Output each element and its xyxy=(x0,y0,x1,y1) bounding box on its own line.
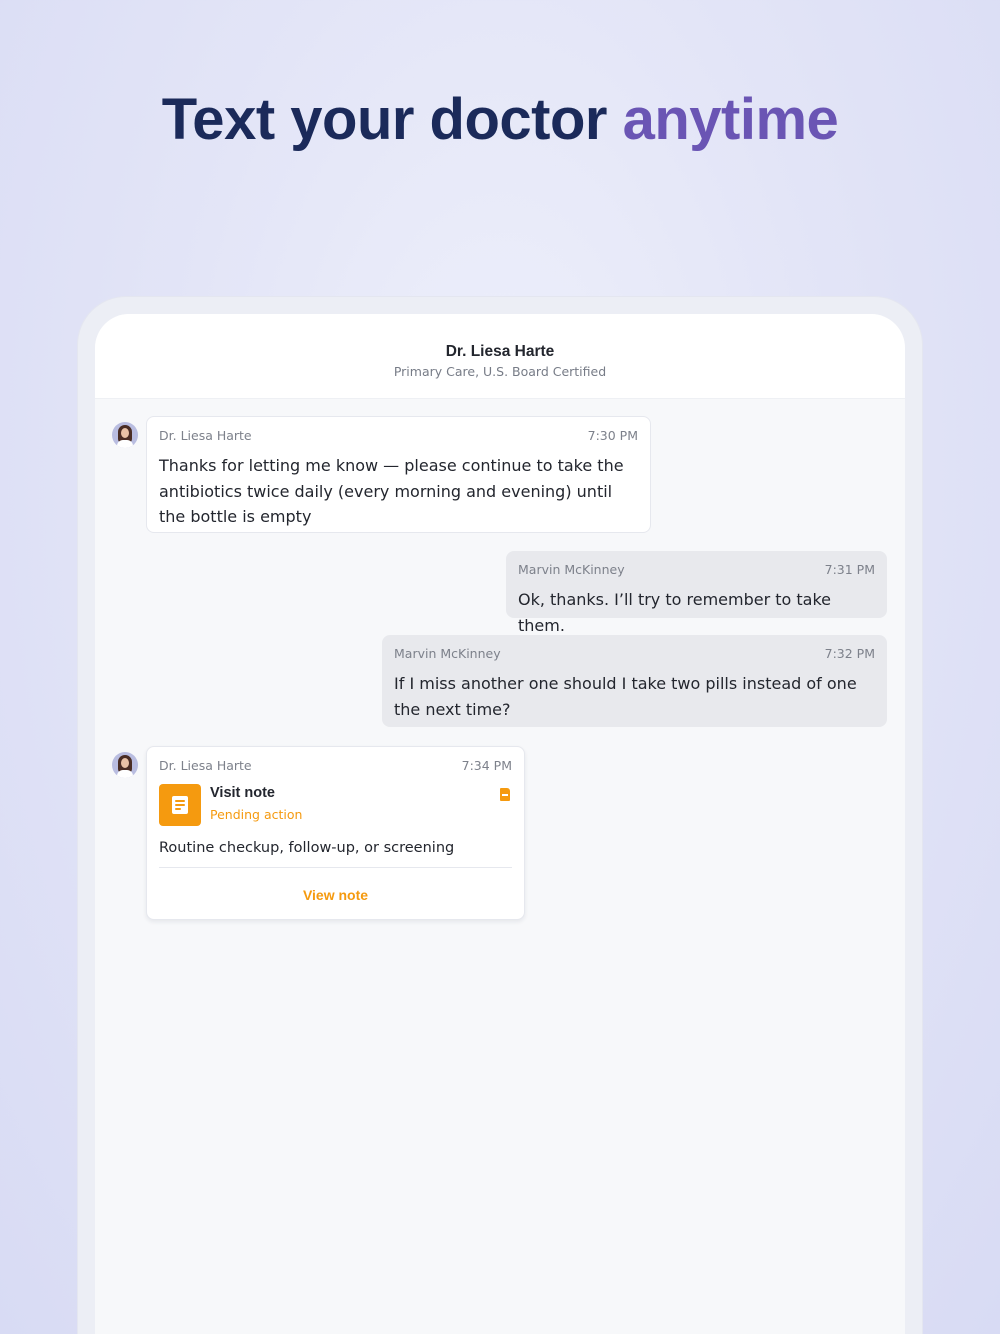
message-bubble-incoming[interactable]: Dr. Liesa Harte 7:30 PM Thanks for letti… xyxy=(146,416,651,533)
message-sender: Marvin McKinney xyxy=(394,646,501,661)
doctor-avatar[interactable] xyxy=(112,422,138,448)
message-text: If I miss another one should I take two … xyxy=(394,674,857,719)
message-bubble-outgoing[interactable]: Marvin McKinney 7:31 PM Ok, thanks. I’ll… xyxy=(506,551,887,635)
message-text: Thanks for letting me know — please cont… xyxy=(159,456,624,526)
message-bubble-outgoing[interactable]: Marvin McKinney 7:32 PM If I miss anothe… xyxy=(382,635,887,727)
headline-accent: anytime xyxy=(622,87,839,152)
visit-note-card[interactable]: Dr. Liesa Harte 7:34 PM Visit note Pendi… xyxy=(146,746,525,920)
visit-note-title: Visit note xyxy=(210,785,275,801)
message-sender: Marvin McKinney xyxy=(518,562,625,577)
message-sender: Dr. Liesa Harte xyxy=(159,758,252,773)
message-time: 7:31 PM xyxy=(824,562,875,577)
chat-header[interactable]: Dr. Liesa Harte Primary Care, U.S. Board… xyxy=(95,314,905,399)
pdf-file-icon[interactable] xyxy=(500,788,510,801)
message-time: 7:32 PM xyxy=(824,646,875,661)
message-time: 7:34 PM xyxy=(461,758,512,773)
visit-note-description: Routine checkup, follow-up, or screening xyxy=(159,840,455,856)
view-note-button[interactable]: View note xyxy=(159,868,512,919)
document-icon xyxy=(159,784,201,826)
page-headline: Text your doctor anytime xyxy=(0,86,1000,153)
message-sender: Dr. Liesa Harte xyxy=(159,428,252,443)
doctor-name: Dr. Liesa Harte xyxy=(445,343,555,360)
doctor-avatar[interactable] xyxy=(112,752,138,778)
visit-note-status: Pending action xyxy=(210,807,303,822)
doctor-specialty: Primary Care, U.S. Board Certified xyxy=(393,364,607,379)
visit-note-header: Visit note Pending action xyxy=(159,784,512,826)
message-time: 7:30 PM xyxy=(587,428,638,443)
headline-main: Text your doctor xyxy=(161,87,608,152)
chat-screen: Dr. Liesa Harte Primary Care, U.S. Board… xyxy=(95,314,905,1334)
message-text: Ok, thanks. I’ll try to remember to take… xyxy=(518,590,832,635)
